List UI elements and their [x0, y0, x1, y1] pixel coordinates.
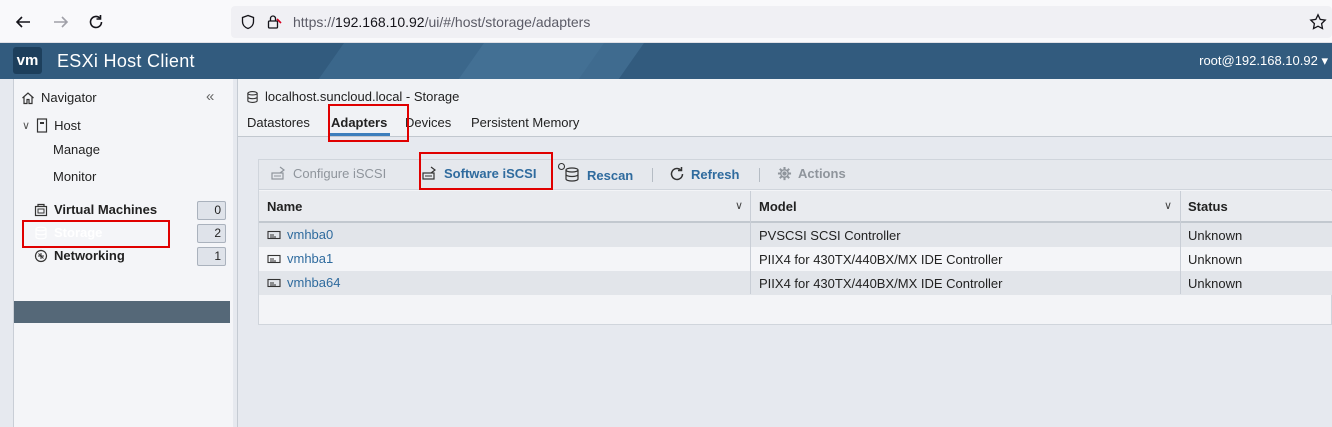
app-header: vm ESXi Host Client root@192.168.10.92 ▾ [0, 43, 1332, 79]
tab-datastores[interactable]: Datastores [247, 115, 310, 130]
highlight-box-adapters [328, 104, 409, 142]
actions-button[interactable]: Actions [777, 166, 846, 181]
nav-virtual-machines[interactable]: Virtual Machines [34, 202, 157, 217]
highlight-box-storage [22, 220, 170, 248]
gear-icon [777, 166, 792, 181]
storage-count-badge: 2 [197, 224, 226, 243]
rescan-label: Rescan [587, 167, 634, 183]
adapter-name-link[interactable]: vmhba64 [267, 275, 340, 290]
rescan-button[interactable]: Rescan [557, 162, 633, 184]
storage-icon [247, 90, 258, 103]
adapter-status: Unknown [1188, 276, 1243, 291]
refresh-label: Refresh [691, 166, 740, 182]
user-menu[interactable]: root@192.168.10.92 ▾ [1199, 53, 1328, 69]
table-row[interactable]: vmhba1 PIIX4 for 430TX/440BX/MX IDE Cont… [259, 247, 1332, 271]
column-divider[interactable] [750, 191, 751, 294]
main-content: localhost.suncloud.local - Storage Datas… [238, 79, 1332, 427]
adapter-icon [267, 254, 281, 263]
adapter-name-link[interactable]: vmhba0 [267, 227, 333, 242]
table-header: Name ∨ Model ∨ Status [259, 191, 1332, 223]
table-row[interactable]: vmhba0 PVSCSI SCSI Controller Unknown [259, 223, 1332, 247]
shield-icon[interactable] [236, 10, 260, 34]
networking-icon [34, 249, 48, 262]
adapter-name: vmhba64 [287, 275, 341, 290]
nav-virtual-machines-label: Virtual Machines [54, 202, 158, 217]
adapter-status: Unknown [1188, 228, 1243, 243]
nav-monitor[interactable]: Monitor [53, 169, 96, 184]
column-header-name[interactable]: Name [267, 199, 302, 214]
url-path: /ui/#/host/storage/adapters [424, 14, 591, 30]
chevron-down-icon[interactable]: ∨ [1164, 199, 1172, 212]
column-divider[interactable] [1180, 191, 1181, 294]
adapter-model: PIIX4 for 430TX/440BX/MX IDE Controller [759, 276, 1003, 291]
reload-icon[interactable] [84, 10, 108, 34]
url-host: 192.168.10.92 [335, 14, 425, 30]
table-row[interactable]: vmhba64 PIIX4 for 430TX/440BX/MX IDE Con… [259, 271, 1332, 295]
nav-networking[interactable]: Networking [34, 248, 125, 263]
tab-devices[interactable]: Devices [405, 115, 451, 130]
nav-host[interactable]: ∨ Host [22, 118, 81, 133]
actions-label: Actions [798, 166, 846, 181]
chevron-down-icon[interactable]: ∨ [735, 199, 743, 212]
adapter-status: Unknown [1188, 252, 1243, 267]
adapter-name: vmhba0 [287, 227, 334, 242]
virtual-machine-icon [34, 203, 48, 216]
page-title-text: localhost.suncloud.local - Storage [265, 89, 460, 104]
rescan-icon [557, 162, 579, 182]
nav-host-label: Host [54, 118, 81, 133]
browser-toolbar: https://192.168.10.92/ui/#/host/storage/… [0, 0, 1332, 43]
collapse-icon[interactable]: « [206, 88, 214, 105]
nav-networking-label: Networking [54, 248, 125, 263]
user-label: root@192.168.10.92 [1199, 53, 1318, 68]
vm-count-badge: 0 [197, 201, 226, 220]
adapter-icon [267, 278, 281, 287]
nav-selected-bg [14, 301, 230, 323]
refresh-icon [670, 167, 684, 181]
adapter-name: vmhba1 [287, 251, 334, 266]
forward-arrow-icon[interactable] [49, 10, 73, 34]
chevron-down-icon[interactable]: ∨ [22, 119, 30, 132]
column-header-status[interactable]: Status [1188, 199, 1228, 214]
networking-count-badge: 1 [197, 247, 226, 266]
page-title: localhost.suncloud.local - Storage [246, 89, 459, 104]
configure-iscsi-icon [271, 166, 285, 180]
adapter-model: PIIX4 for 430TX/440BX/MX IDE Controller [759, 252, 1003, 267]
navigator-header: Navigator [21, 90, 97, 105]
highlight-box-software-iscsi [419, 152, 553, 190]
adapter-model: PVSCSI SCSI Controller [759, 228, 901, 243]
column-header-model[interactable]: Model [759, 199, 797, 214]
host-icon [36, 118, 48, 133]
adapter-icon [267, 230, 281, 239]
home-icon [22, 91, 34, 104]
back-arrow-icon[interactable] [11, 10, 35, 34]
chevron-down-icon: ▾ [1321, 53, 1328, 68]
navigator-title: Navigator [41, 90, 97, 105]
nav-manage[interactable]: Manage [53, 142, 100, 157]
app-title: ESXi Host Client [57, 51, 195, 71]
refresh-button[interactable]: Refresh [669, 166, 739, 182]
url-prefix: https:// [293, 14, 336, 30]
vmware-logo: vm [13, 47, 42, 74]
configure-iscsi-label: Configure iSCSI [293, 166, 387, 181]
lock-icon[interactable] [262, 10, 286, 34]
navigator-panel: Navigator « ∨ Host Manage Monitor Virtua… [0, 79, 238, 427]
url-text[interactable]: https://192.168.10.92/ui/#/host/storage/… [293, 14, 590, 30]
adapter-name-link[interactable]: vmhba1 [267, 251, 333, 266]
tab-persistent-memory[interactable]: Persistent Memory [471, 115, 579, 130]
star-icon[interactable] [1306, 10, 1330, 34]
configure-iscsi-button[interactable]: Configure iSCSI [271, 166, 386, 181]
